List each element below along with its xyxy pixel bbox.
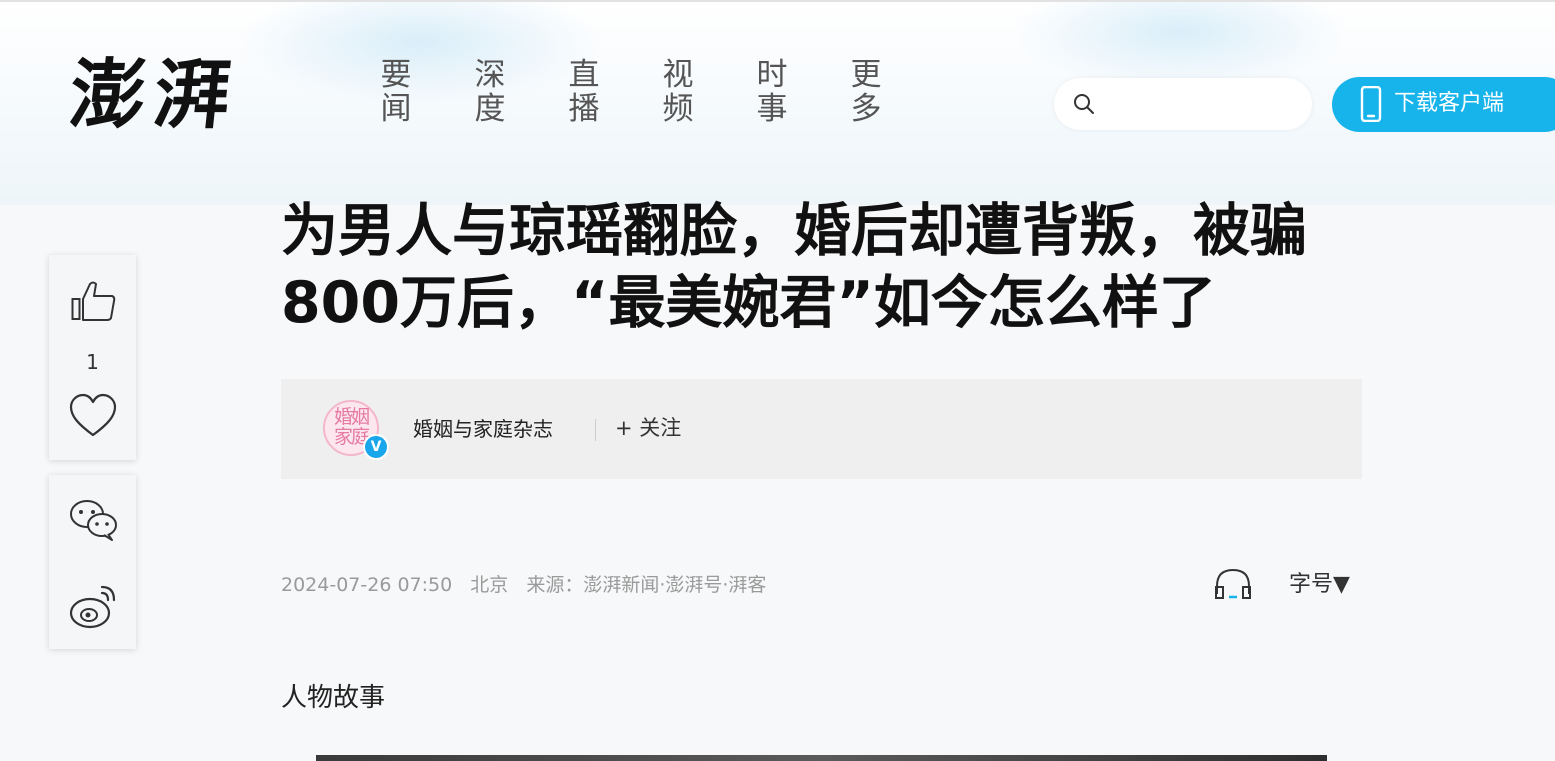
article-category: 人物故事 (281, 683, 386, 713)
publish-date: 2024-07-26 07:50 (281, 574, 453, 596)
nav-item-depth[interactable]: 深 度 (470, 58, 510, 126)
nav-item-label-top: 要 (380, 57, 412, 93)
author-name[interactable]: 婚姻与家庭杂志 (413, 417, 553, 441)
download-app-button[interactable]: 下载客户端 (1332, 77, 1555, 132)
nav-item-label-top: 视 (662, 57, 694, 93)
nav-item-current-affairs[interactable]: 时 事 (752, 58, 792, 126)
article-image (316, 755, 1327, 761)
phone-icon (1360, 86, 1382, 122)
download-app-label: 下载客户端 (1394, 91, 1505, 116)
nav-item-video[interactable]: 视 频 (658, 58, 698, 126)
article-title-line-2: 800万后，“最美婉君”如今怎么样了 (281, 270, 1216, 336)
author-divider (595, 419, 596, 441)
nav-item-label-bottom: 闻 (380, 91, 412, 127)
weibo-icon (69, 585, 116, 629)
favorite-button[interactable] (49, 385, 136, 445)
search-box[interactable] (1054, 78, 1312, 130)
nav-item-label-bottom: 事 (756, 91, 788, 127)
verified-badge-icon: V (363, 434, 389, 460)
side-action-group-engagement: 1 (49, 255, 136, 460)
follow-button[interactable]: + 关注 (615, 414, 681, 442)
search-input[interactable] (1106, 88, 1300, 122)
nav-item-label-bottom: 播 (568, 91, 600, 127)
headphones-icon[interactable] (1213, 566, 1253, 602)
nav-item-label-top: 直 (568, 57, 600, 93)
article-meta: 2024-07-26 07:50 北京 来源：澎湃新闻·澎湃号·湃客 (281, 572, 778, 598)
nav-item-live[interactable]: 直 播 (564, 58, 604, 126)
nav-item-label-top: 更 (850, 57, 882, 93)
author-bar: 婚姻家庭 V 婚姻与家庭杂志 + 关注 (281, 379, 1362, 479)
publish-location: 北京 (470, 574, 509, 596)
nav-item-label-bottom: 多 (850, 91, 882, 127)
nav-item-label-bottom: 度 (474, 91, 506, 127)
heart-icon (69, 393, 117, 437)
article-title-line-1: 为男人与琼瑶翻脸，婚后却遭背叛，被骗 (281, 198, 1307, 264)
nav-item-more[interactable]: 更 多 (846, 58, 886, 126)
share-wechat-button[interactable] (49, 493, 136, 545)
share-weibo-button[interactable] (49, 579, 136, 633)
site-logo[interactable]: 澎湃 (64, 40, 266, 150)
font-size-button[interactable]: 字号▼ (1289, 570, 1350, 600)
thumbs-up-icon (71, 281, 116, 321)
search-icon[interactable] (1072, 92, 1096, 116)
article-title: 为男人与琼瑶翻脸，婚后却遭背叛，被骗 800万后，“最美婉君”如今怎么样了 (281, 195, 1361, 339)
like-count: 1 (86, 350, 99, 374)
nav-item-label-top: 深 (474, 57, 506, 93)
nav-item-label-top: 时 (756, 57, 788, 93)
side-action-group-share (49, 475, 136, 649)
like-button[interactable]: 1 (49, 275, 136, 374)
nav-item-news[interactable]: 要 闻 (376, 58, 416, 126)
article-source: 来源：澎湃新闻·澎湃号·湃客 (526, 574, 767, 596)
nav-item-label-bottom: 频 (662, 91, 694, 127)
wechat-icon (70, 500, 117, 541)
